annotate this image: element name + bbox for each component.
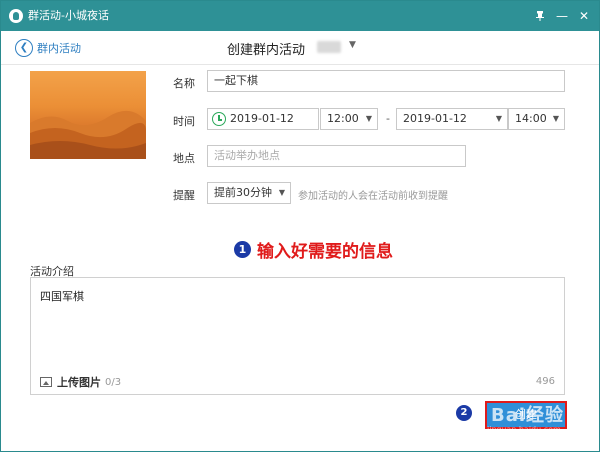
time-label: 时间 [173, 115, 195, 128]
page-header: ❮ 群内活动 创建群内活动 ▼ [1, 31, 599, 65]
end-time-value: 14:00 [515, 112, 547, 125]
chevron-down-icon: ▼ [552, 114, 559, 123]
chevron-down-icon: ▼ [278, 188, 285, 197]
activity-cover-image[interactable] [30, 71, 146, 159]
start-date-picker[interactable]: 2019-01-12 [207, 108, 319, 130]
location-label: 地点 [173, 152, 195, 165]
app-logo-icon [9, 9, 23, 23]
back-label: 群内活动 [37, 42, 81, 55]
char-count: 496 [535, 376, 555, 387]
pin-icon [536, 11, 544, 21]
name-label: 名称 [173, 77, 195, 90]
reminder-label: 提醒 [173, 189, 195, 202]
end-time-select[interactable]: 14:00 ▼ [508, 108, 565, 130]
group-name-blurred [317, 41, 341, 53]
step2-number-badge: 2 [456, 405, 472, 421]
upload-count: 0/3 [105, 376, 122, 388]
intro-text: 四国军棋 [40, 290, 84, 303]
image-icon [40, 377, 52, 387]
page-title: 创建群内活动 [227, 43, 306, 58]
reminder-hint: 参加活动的人会在活动前收到提醒 [298, 191, 448, 202]
intro-textarea[interactable]: 四国军棋 上传图片 0/3 496 [30, 277, 565, 395]
chevron-down-icon[interactable]: ▼ [349, 40, 356, 50]
window-title: 群活动-小城夜话 [28, 9, 109, 22]
title-bar: 群活动-小城夜话 — ✕ [1, 1, 599, 31]
name-input[interactable]: 一起下棋 [207, 70, 565, 92]
clock-icon [212, 112, 226, 126]
chevron-down-icon: ▼ [495, 114, 502, 123]
end-date-picker[interactable]: 2019-01-12 ▼ [396, 108, 508, 130]
minimize-button[interactable]: — [553, 7, 571, 25]
start-time-value: 12:00 [327, 112, 359, 125]
step1-number-badge: 1 [234, 241, 251, 258]
chevron-down-icon: ▼ [365, 114, 372, 123]
location-input[interactable]: 活动举办地点 [207, 145, 466, 167]
end-date-value: 2019-01-12 [403, 112, 467, 125]
start-date-value: 2019-01-12 [230, 112, 294, 125]
upload-label: 上传图片 [57, 376, 101, 389]
reminder-value: 提前30分钟 [214, 186, 272, 199]
close-button[interactable]: ✕ [575, 7, 593, 25]
step1-annotation: 1 输入好需要的信息 [234, 237, 393, 262]
reminder-select[interactable]: 提前30分钟 ▼ [207, 182, 291, 204]
activity-window: 群活动-小城夜话 — ✕ ❮ 群内活动 创建群内活动 ▼ 名称 一起下棋 时间 … [0, 0, 600, 452]
back-arrow-icon: ❮ [15, 39, 33, 57]
back-button[interactable]: ❮ 群内活动 [15, 37, 81, 59]
start-time-select[interactable]: 12:00 ▼ [320, 108, 378, 130]
upload-image-button[interactable]: 上传图片 0/3 [40, 374, 121, 390]
step1-text: 输入好需要的信息 [257, 242, 393, 262]
watermark-url: jingyan.baidu.com [487, 425, 561, 434]
time-range-dash: - [386, 112, 390, 125]
pin-button[interactable] [531, 7, 549, 25]
desert-landscape-image [30, 110, 146, 159]
